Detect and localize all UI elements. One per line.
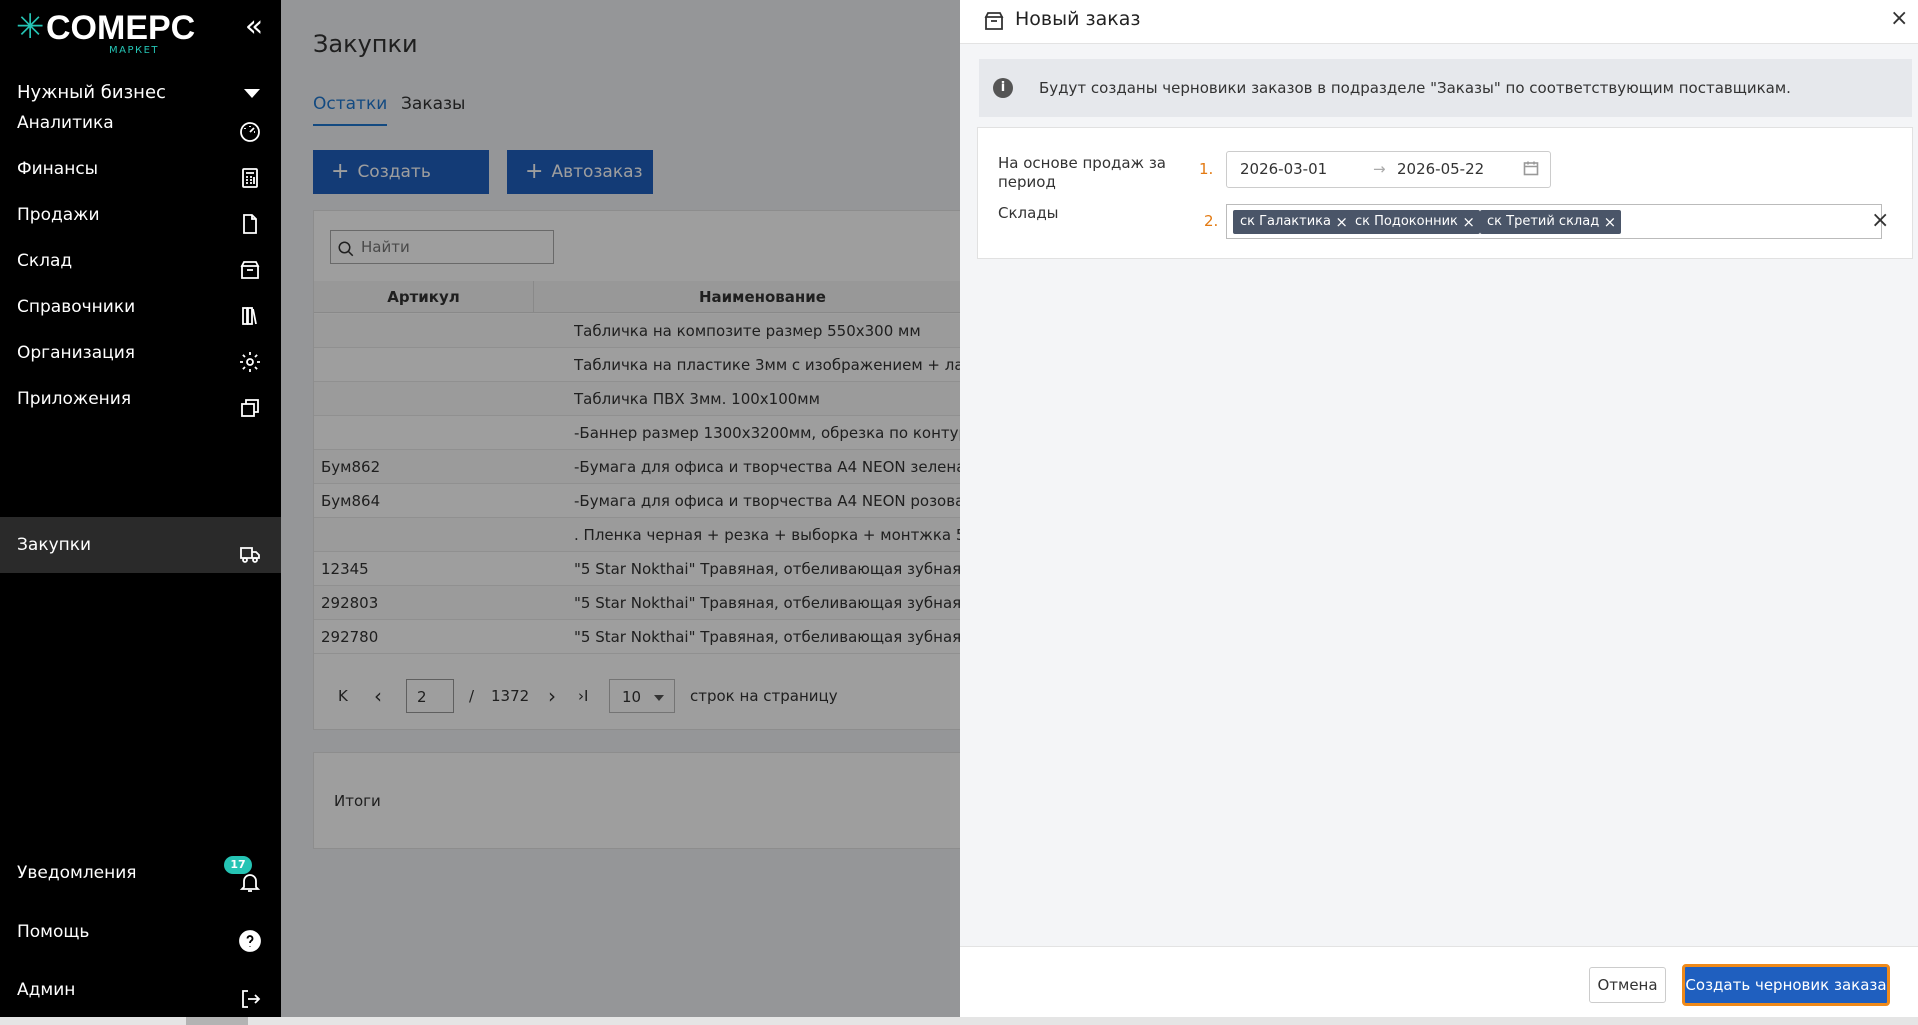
logo-subtitle: МАРКЕТ bbox=[109, 45, 160, 56]
logout-icon bbox=[238, 978, 262, 1008]
windows-icon bbox=[238, 387, 262, 417]
sidebar-item-label: Продажи bbox=[17, 205, 100, 225]
info-icon: i bbox=[993, 78, 1013, 98]
info-text: Будут созданы черновики заказов в подраз… bbox=[1039, 79, 1791, 97]
gauge-icon bbox=[238, 111, 262, 142]
date-range-picker[interactable]: 2026-03-01 → 2026-05-22 bbox=[1226, 151, 1551, 188]
collapse-sidebar-button[interactable]: « bbox=[238, 10, 270, 46]
books-icon bbox=[238, 295, 262, 325]
sidebar-item-label: Склад bbox=[17, 251, 73, 271]
period-label: На основе продаж за период bbox=[998, 154, 1166, 192]
arrow-right-icon: → bbox=[1373, 160, 1386, 178]
sidebar-item-admin[interactable]: Админ bbox=[0, 962, 281, 1018]
step-number-1: 1. bbox=[1199, 160, 1214, 178]
tag-remove-icon[interactable]: × bbox=[1335, 210, 1348, 234]
close-icon[interactable]: × bbox=[1890, 6, 1908, 31]
document-icon bbox=[238, 203, 262, 234]
sidebar-item-label: Справочники bbox=[17, 297, 136, 317]
sidebar-item-purchases[interactable]: Закупки bbox=[0, 517, 281, 573]
clear-selection-icon[interactable]: × bbox=[1871, 210, 1889, 232]
box-icon bbox=[982, 9, 1006, 33]
warehouses-label: Склады bbox=[998, 204, 1059, 222]
sidebar-item-label: Финансы bbox=[17, 159, 99, 179]
info-banner: i Будут созданы черновики заказов в подр… bbox=[979, 59, 1912, 117]
period-label-line2: период bbox=[998, 173, 1056, 191]
truck-icon bbox=[238, 533, 262, 563]
warehouse-tag: ск Галактика × bbox=[1233, 210, 1353, 234]
tag-remove-icon[interactable]: × bbox=[1604, 210, 1617, 234]
sidebar: ✳ COMEPC МАРКЕТ « Нужный бизнес Аналитик… bbox=[0, 0, 281, 1017]
warehouse-tag: ск Третий склад × bbox=[1480, 210, 1622, 234]
warehouse-tag-label: ск Подоконник bbox=[1355, 214, 1458, 229]
warehouse-tag-label: ск Галактика bbox=[1240, 214, 1331, 229]
warehouses-multiselect[interactable]: ск Галактика × ск Подоконник × ск Третий с… bbox=[1226, 204, 1882, 239]
calendar-icon[interactable] bbox=[1523, 154, 1539, 189]
order-form: На основе продаж за период 1. 2026-03-01… bbox=[977, 127, 1913, 259]
drawer-footer: Отмена Создать черновик заказа bbox=[960, 946, 1918, 1017]
create-draft-order-button[interactable]: Создать черновик заказа bbox=[1682, 964, 1890, 1006]
sidebar-item-label: Уведомления bbox=[17, 863, 137, 883]
period-label-line1: На основе продаж за bbox=[998, 154, 1167, 172]
sidebar-item-label: Помощь bbox=[17, 922, 90, 942]
step-number-2: 2. bbox=[1204, 212, 1219, 230]
logo-star-icon: ✳ bbox=[16, 7, 45, 47]
sidebar-item-apps[interactable]: Приложения bbox=[0, 371, 281, 427]
sidebar-item-help[interactable]: Помощь bbox=[0, 904, 281, 960]
sidebar-item-label: Админ bbox=[17, 980, 76, 1000]
calculator-icon bbox=[238, 157, 262, 188]
scrollbar-thumb[interactable] bbox=[186, 1017, 248, 1025]
sidebar-item-label: Организация bbox=[17, 343, 135, 363]
logo-name: COMEPC bbox=[46, 9, 196, 47]
notification-badge: 17 bbox=[224, 856, 252, 874]
warehouse-tag-label: ск Третий склад bbox=[1487, 214, 1600, 229]
gear-icon bbox=[238, 341, 262, 372]
sidebar-item-label: Приложения bbox=[17, 389, 132, 409]
drawer-header: Новый заказ × bbox=[960, 0, 1918, 44]
help-icon bbox=[238, 920, 262, 952]
drawer-title: Новый заказ bbox=[1015, 8, 1141, 30]
sidebar-item-label: Закупки bbox=[17, 535, 92, 555]
cancel-button[interactable]: Отмена bbox=[1589, 967, 1666, 1003]
date-from[interactable]: 2026-03-01 bbox=[1240, 152, 1327, 187]
horizontal-scrollbar[interactable] bbox=[0, 1017, 1918, 1025]
warehouse-tag: ск Подоконник × bbox=[1348, 210, 1480, 234]
sidebar-item-label: Аналитика bbox=[17, 113, 114, 133]
box-icon bbox=[238, 249, 262, 279]
tag-remove-icon[interactable]: × bbox=[1462, 210, 1475, 234]
date-to[interactable]: 2026-05-22 bbox=[1397, 152, 1484, 187]
new-order-drawer: Новый заказ × i Будут созданы черновики … bbox=[960, 0, 1918, 1017]
logo[interactable]: ✳ COMEPC МАРКЕТ bbox=[16, 7, 195, 56]
